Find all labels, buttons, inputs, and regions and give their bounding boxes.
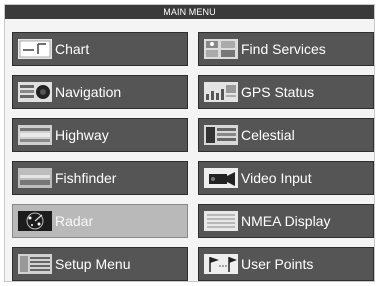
gps-status-button[interactable]: GPS Status <box>198 75 374 109</box>
fishfinder-button[interactable]: Fishfinder <box>12 161 188 195</box>
user-points-flags-icon <box>204 254 238 274</box>
find-services-button[interactable]: Find Services <box>198 32 374 66</box>
main-menu-window: MAIN MENU Chart Find Services Navigation… <box>4 4 375 282</box>
celestial-button[interactable]: Celestial <box>198 118 374 152</box>
user-points-button[interactable]: User Points <box>198 247 374 281</box>
setup-menu-button[interactable]: Setup Menu <box>12 247 188 281</box>
video-input-label: Video Input <box>241 170 312 186</box>
video-camera-icon <box>204 168 238 188</box>
menu-grid: Chart Find Services Navigation GPS Statu… <box>9 23 374 281</box>
gps-status-label: GPS Status <box>241 84 315 100</box>
nmea-display-button[interactable]: NMEA Display <box>198 204 374 238</box>
radar-label: Radar <box>55 213 94 229</box>
nmea-display-label: NMEA Display <box>241 213 331 229</box>
highway-button[interactable]: Highway <box>12 118 188 152</box>
chart-icon <box>18 39 52 59</box>
highway-label: Highway <box>55 127 109 143</box>
celestial-label: Celestial <box>241 127 295 143</box>
video-input-button[interactable]: Video Input <box>198 161 374 195</box>
navigation-button[interactable]: Navigation <box>12 75 188 109</box>
navigation-icon <box>18 82 52 102</box>
find-services-icon <box>204 39 238 59</box>
menu-title: MAIN MENU <box>5 5 374 19</box>
gps-status-icon <box>204 82 238 102</box>
fishfinder-label: Fishfinder <box>55 170 117 186</box>
highway-icon <box>18 125 52 145</box>
find-services-label: Find Services <box>241 41 326 57</box>
chart-label: Chart <box>55 41 90 57</box>
setup-menu-label: Setup Menu <box>55 256 131 272</box>
chart-button[interactable]: Chart <box>12 32 188 66</box>
setup-menu-icon <box>18 254 52 274</box>
radar-button[interactable]: Radar <box>12 204 188 238</box>
celestial-icon <box>204 125 238 145</box>
nmea-display-icon <box>204 211 238 231</box>
fishfinder-icon <box>18 168 52 188</box>
user-points-label: User Points <box>241 256 314 272</box>
navigation-label: Navigation <box>55 84 122 100</box>
radar-icon <box>18 211 52 231</box>
